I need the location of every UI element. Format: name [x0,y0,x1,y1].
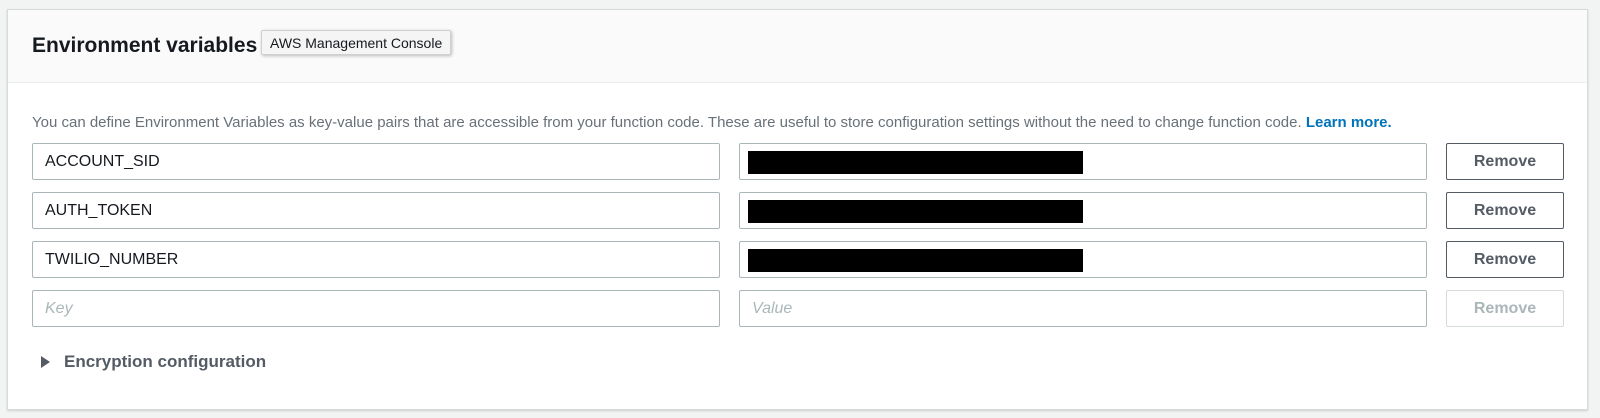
env-key-input[interactable]: ACCOUNT_SID [32,143,720,180]
redacted-value [748,249,1083,272]
redacted-value [748,200,1083,223]
encryption-config-toggle[interactable]: Encryption configuration [41,352,266,376]
description-text: You can define Environment Variables as … [32,114,1302,131]
encryption-config-label: Encryption configuration [64,352,267,371]
panel-header: Environment variables AWS Management Con… [8,10,1587,83]
learn-more-link[interactable]: Learn more. [1306,114,1392,131]
environment-variables-panel: Environment variables AWS Management Con… [7,9,1588,410]
remove-button[interactable]: Remove [1446,241,1564,278]
panel-title: Environment variables [32,34,258,57]
redacted-value [748,151,1083,174]
remove-button[interactable]: Remove [1446,143,1564,180]
env-value-input[interactable] [739,192,1427,229]
new-value-input[interactable]: Value [739,290,1427,327]
remove-button[interactable]: Remove [1446,192,1564,229]
caret-right-icon [41,356,50,368]
remove-button-disabled: Remove [1446,290,1564,327]
env-value-input[interactable] [739,143,1427,180]
env-value-input[interactable] [739,241,1427,278]
tooltip: AWS Management Console [261,30,452,55]
panel-description: You can define Environment Variables as … [32,114,1392,131]
new-key-input[interactable]: Key [32,290,720,327]
env-key-input[interactable]: TWILIO_NUMBER [32,241,720,278]
env-key-input[interactable]: AUTH_TOKEN [32,192,720,229]
